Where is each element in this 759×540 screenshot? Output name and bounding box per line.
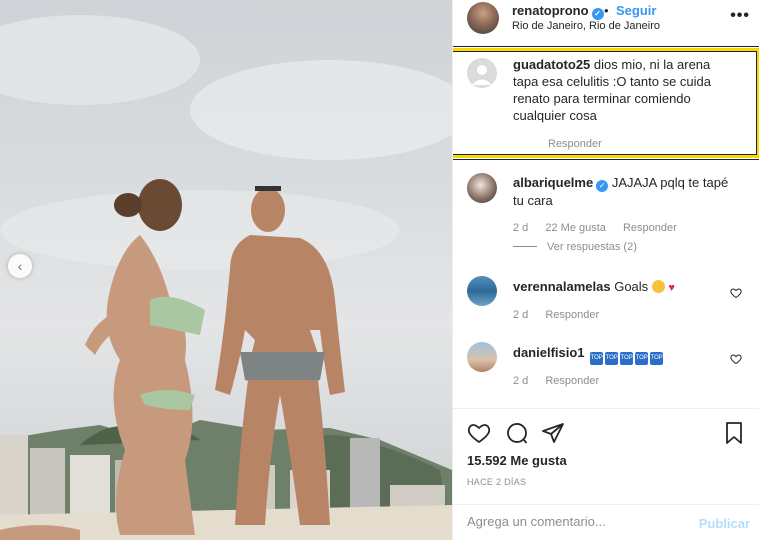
post-details-panel: renatoprono ✓ • Seguir Rio de Janeiro, Ri… xyxy=(452,0,759,540)
comment-age: 2 d xyxy=(513,222,529,234)
verified-icon: ✓ xyxy=(591,8,604,20)
comment-text: danielfisio1 TOP TOP TOP TOP TOP xyxy=(513,344,730,365)
post-date[interactable]: HACE 2 DÍAS xyxy=(467,477,526,487)
share-paper-plane-icon[interactable] xyxy=(541,421,565,445)
replies-line xyxy=(513,246,537,247)
comment-meta: 2 d 22 Me gusta Responder xyxy=(513,222,691,234)
author-avatar[interactable] xyxy=(467,2,499,34)
comment-item: danielfisio1 TOP TOP TOP TOP TOP 2 d Respond… xyxy=(453,341,759,401)
comment-bubble-icon[interactable] xyxy=(505,421,529,445)
like-heart-icon[interactable] xyxy=(467,421,491,445)
default-avatar-icon xyxy=(472,65,492,85)
verified-icon: ✓ xyxy=(596,180,609,192)
comment-meta: 2 d Responder xyxy=(513,309,613,321)
commenter-username[interactable]: albariquelme xyxy=(513,175,593,190)
comment-age: 2 d xyxy=(513,375,529,387)
commenter-avatar[interactable] xyxy=(467,276,497,306)
post-actions: 15.592 Me gusta HACE 2 DÍAS Publicar xyxy=(453,408,759,540)
top-emoji-icon: TOP xyxy=(620,352,634,365)
publish-button[interactable]: Publicar xyxy=(699,516,750,531)
commenter-username[interactable]: guadatoto25 xyxy=(513,57,590,72)
top-emoji-icon: TOP xyxy=(605,352,619,365)
view-replies-button[interactable]: Ver respuestas (2) xyxy=(513,241,651,253)
comment-meta: Responder xyxy=(548,138,616,150)
top-emoji-icon: TOP xyxy=(590,352,604,365)
add-comment-bar: Publicar xyxy=(453,504,759,540)
reply-button[interactable]: Responder xyxy=(545,375,599,387)
post-header: renatoprono ✓ • Seguir Rio de Janeiro, Ri… xyxy=(453,0,759,38)
chevron-left-icon: ‹ xyxy=(17,258,23,274)
top-emoji-icon: TOP xyxy=(650,352,664,365)
carousel-previous-button[interactable]: ‹ xyxy=(8,254,32,278)
comment-age: 2 d xyxy=(513,309,529,321)
view-replies-label[interactable]: Ver respuestas (2) xyxy=(547,241,637,253)
like-comment-heart-icon[interactable] xyxy=(730,287,742,299)
author-username[interactable]: renatoprono ✓ xyxy=(512,3,604,20)
like-comment-heart-icon[interactable] xyxy=(730,353,742,365)
commenter-username[interactable]: danielfisio1 xyxy=(513,345,585,360)
commenter-avatar[interactable] xyxy=(467,173,497,203)
comment-text: guadatoto25 dios mio, ni la arena tapa e… xyxy=(513,56,726,124)
reply-button[interactable]: Responder xyxy=(545,309,599,321)
commenter-username[interactable]: verennalamelas xyxy=(513,279,611,294)
commenter-avatar[interactable] xyxy=(467,342,497,372)
beach-photo-illustration xyxy=(0,15,452,540)
header-separator: • xyxy=(604,3,609,18)
more-options-icon[interactable]: ••• xyxy=(730,7,750,25)
comment-text: albariquelme ✓ JAJAJA pqlq te tapé tu car… xyxy=(513,174,730,209)
comment-item: guadatoto25 dios mio, ni la arena tapa e… xyxy=(453,44,759,160)
top-emoji-icon: TOP xyxy=(635,352,649,365)
commenter-avatar[interactable] xyxy=(467,58,497,88)
follow-button[interactable]: Seguir xyxy=(616,3,656,18)
comments-list: guadatoto25 dios mio, ni la arena tapa e… xyxy=(453,44,759,407)
post-photo: ‹ xyxy=(0,0,452,540)
comment-text: verennalamelas Goals ♥ xyxy=(513,278,730,297)
crying-laughing-emoji-icon xyxy=(651,280,665,293)
comment-item: albariquelme ✓ JAJAJA pqlq te tapé tu car… xyxy=(453,172,759,262)
comment-meta: 2 d Responder xyxy=(513,375,613,387)
likes-count[interactable]: 15.592 Me gusta xyxy=(467,453,567,468)
comment-body: Goals xyxy=(614,279,649,294)
reply-button[interactable]: Responder xyxy=(623,222,677,234)
location-link[interactable]: Rio de Janeiro, Rio de Janeiro xyxy=(512,20,660,32)
comment-likes[interactable]: 22 Me gusta xyxy=(545,222,606,234)
reply-button[interactable]: Responder xyxy=(548,138,602,150)
comment-input[interactable] xyxy=(467,514,687,529)
author-username-text[interactable]: renatoprono xyxy=(512,3,589,18)
save-bookmark-icon[interactable] xyxy=(722,421,746,445)
heart-emoji-icon: ♥ xyxy=(668,282,675,294)
comment-item: verennalamelas Goals ♥ 2 d Responder xyxy=(453,275,759,335)
